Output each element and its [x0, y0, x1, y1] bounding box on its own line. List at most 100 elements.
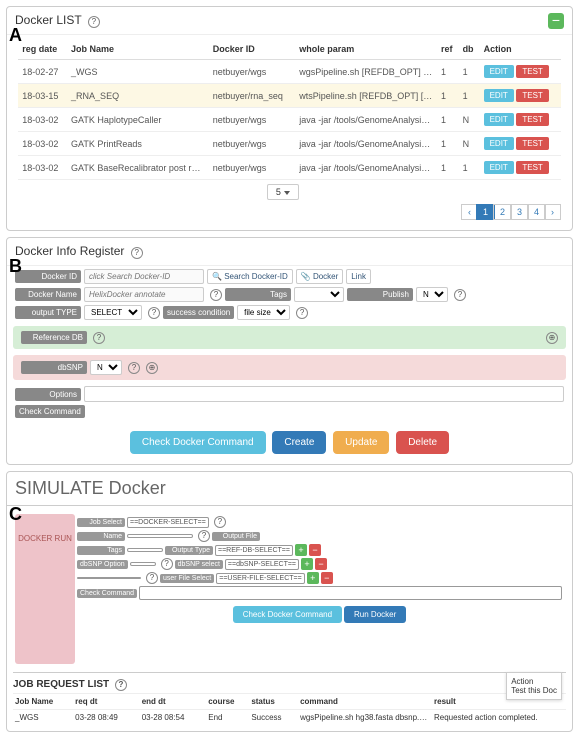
tags-select[interactable]	[127, 548, 163, 552]
column-header[interactable]: db	[459, 39, 480, 60]
cell: N	[459, 108, 480, 132]
add-icon[interactable]: +	[307, 572, 319, 584]
column-header: course	[206, 694, 249, 710]
cell: netbuyer/wgs	[209, 132, 295, 156]
update-button[interactable]: Update	[333, 431, 389, 454]
remove-icon[interactable]: −	[309, 544, 321, 556]
cell: _RNA_SEQ	[67, 84, 209, 108]
docker-list-table: reg dateJob NameDocker IDwhole paramrefd…	[18, 39, 560, 180]
help-icon[interactable]: ?	[210, 289, 222, 301]
edit-button[interactable]: EDIT	[484, 65, 514, 78]
tags-select[interactable]	[294, 287, 344, 302]
help-icon[interactable]: ?	[88, 16, 100, 28]
cell: wtsPipeline.sh [REFDB_OPT] [DB_OPT] [U…	[295, 84, 437, 108]
column-header[interactable]: Action	[480, 39, 561, 60]
help-icon[interactable]: ?	[131, 247, 143, 259]
dbsnp-option-select[interactable]	[130, 562, 156, 566]
cell: 1	[437, 84, 459, 108]
add-icon[interactable]: +	[301, 558, 313, 570]
create-button[interactable]: Create	[272, 431, 326, 454]
add-icon[interactable]: ⊕	[146, 362, 158, 374]
cell: _WGS	[13, 710, 73, 726]
action-tooltip: Action Test this Doc	[506, 672, 562, 700]
column-header: req dt	[73, 694, 140, 710]
success-condition-select[interactable]: file size	[237, 305, 290, 320]
job-select[interactable]: ==DOCKER-SELECT==	[127, 517, 209, 528]
check-docker-command-button[interactable]: Check Docker Command	[233, 606, 342, 623]
cell: 18-03-02	[18, 156, 67, 180]
collapse-button[interactable]: −	[548, 13, 564, 29]
search-docker-id-button[interactable]: 🔍 Search Docker-ID	[207, 269, 293, 284]
check-command-field[interactable]	[139, 586, 562, 600]
help-icon[interactable]: ?	[146, 572, 158, 584]
help-icon[interactable]: ?	[198, 530, 210, 542]
help-icon[interactable]: ?	[214, 516, 226, 528]
docker-link-button[interactable]: 📎 Docker	[296, 269, 344, 284]
job-request-table: Job Namereq dtend dtcoursestatuscommandr…	[13, 693, 566, 725]
edit-button[interactable]: EDIT	[484, 161, 514, 174]
help-icon[interactable]: ?	[128, 362, 140, 374]
add-icon[interactable]: ⊕	[546, 332, 558, 344]
table-row: 18-03-15_RNA_SEQnetbuyer/rna_seqwtsPipel…	[18, 84, 560, 108]
link-button[interactable]: Link	[346, 269, 371, 284]
cell: 03-28 08:49	[73, 710, 140, 726]
label-job-select: Job Select	[77, 518, 125, 527]
caret-icon	[284, 191, 290, 195]
page-size-selector[interactable]: 5	[7, 184, 572, 200]
add-icon[interactable]: +	[295, 544, 307, 556]
test-button[interactable]: TEST	[516, 161, 548, 174]
output-type-select[interactable]: SELECT	[84, 305, 142, 320]
column-header[interactable]: reg date	[18, 39, 67, 60]
delete-button[interactable]: Delete	[396, 431, 449, 454]
help-icon[interactable]: ?	[296, 307, 308, 319]
test-button[interactable]: TEST	[516, 89, 548, 102]
docker-name-input[interactable]	[84, 287, 204, 302]
cell: java -jar /tools/GenomeAnalysisTK.jar -T…	[295, 108, 437, 132]
tooltip-head: Action	[511, 677, 557, 686]
column-header[interactable]: Job Name	[67, 39, 209, 60]
column-header[interactable]: Docker ID	[209, 39, 295, 60]
simulate-docker-panel: SIMULATE Docker C DOCKER RUN Job Select …	[6, 471, 573, 732]
help-icon[interactable]: ?	[148, 307, 160, 319]
cell: 18-03-15	[18, 84, 67, 108]
column-header[interactable]: whole param	[295, 39, 437, 60]
ref-db-select[interactable]: ==REF-DB-SELECT==	[215, 545, 293, 556]
help-icon[interactable]: ?	[93, 332, 105, 344]
page-link[interactable]: ›	[544, 204, 561, 220]
column-header[interactable]: ref	[437, 39, 459, 60]
run-docker-button[interactable]: Run Docker	[344, 606, 406, 623]
edit-button[interactable]: EDIT	[484, 113, 514, 126]
label-output-file: Output File	[212, 532, 260, 541]
tooltip-text[interactable]: Test this Doc	[511, 686, 557, 695]
help-icon[interactable]: ?	[161, 558, 173, 570]
column-header: status	[249, 694, 298, 710]
test-button[interactable]: TEST	[516, 137, 548, 150]
dbsnp-select[interactable]: ==dbSNP-SELECT==	[225, 559, 299, 570]
edit-button[interactable]: EDIT	[484, 89, 514, 102]
test-button[interactable]: TEST	[516, 113, 548, 126]
publish-select[interactable]: N	[416, 287, 448, 302]
column-header: Job Name	[13, 694, 73, 710]
help-icon[interactable]: ?	[454, 289, 466, 301]
cell: GATK HaplotypeCaller	[67, 108, 209, 132]
options-input[interactable]	[84, 386, 564, 402]
docker-id-input[interactable]	[84, 269, 204, 284]
cell: 1	[437, 108, 459, 132]
user-file-select[interactable]: ==USER-FILE-SELECT==	[216, 573, 304, 584]
remove-icon[interactable]: −	[321, 572, 333, 584]
help-icon[interactable]: ?	[115, 679, 127, 691]
label-tags: Tags	[77, 546, 125, 555]
check-docker-command-button[interactable]: Check Docker Command	[130, 431, 266, 454]
cell: 1	[437, 156, 459, 180]
cell: GATK PrintReads	[67, 132, 209, 156]
remove-icon[interactable]: −	[315, 558, 327, 570]
table-row: 18-03-02GATK HaplotypeCallernetbuyer/wgs…	[18, 108, 560, 132]
label-output-type: output TYPE	[15, 306, 81, 319]
cell: End	[206, 710, 249, 726]
dbsnp-select[interactable]: N	[90, 360, 122, 375]
edit-button[interactable]: EDIT	[484, 137, 514, 150]
panel-title: Docker LIST ? −	[7, 7, 572, 35]
docker-run-box[interactable]: DOCKER RUN	[15, 514, 75, 664]
cell: Success	[249, 710, 298, 726]
test-button[interactable]: TEST	[516, 65, 548, 78]
